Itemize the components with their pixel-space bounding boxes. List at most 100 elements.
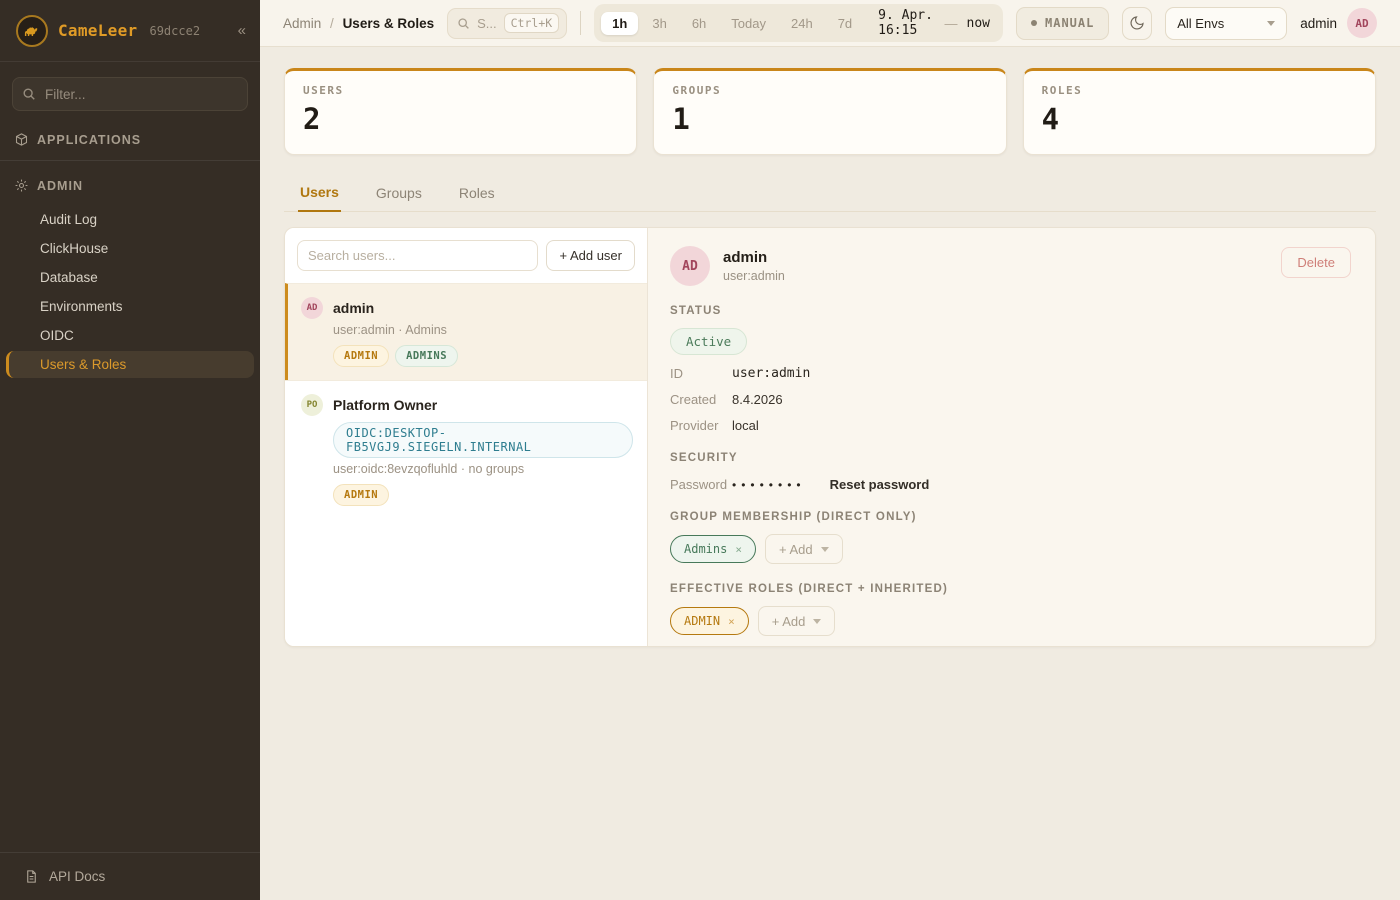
detail-header: AD admin user:admin (670, 246, 1353, 286)
document-icon (24, 869, 39, 884)
topbar-user: admin AD (1300, 8, 1377, 38)
gear-icon (14, 178, 29, 193)
sidebar-item-users-roles[interactable]: Users & Roles (6, 351, 254, 378)
user-badges: ADMIN (333, 484, 633, 506)
sidebar-header: CameLeer 69dcce2 « (0, 0, 260, 62)
add-group-button[interactable]: + Add (765, 534, 843, 564)
field-row-id: ID user:admin (670, 366, 1353, 381)
users-panel: + Add user AD admin user:admin · Admins … (284, 227, 1376, 647)
time-range-group: 1h 3h 6h Today 24h 7d 9. Apr. 16:15 — no… (594, 4, 1003, 42)
search-icon (457, 17, 470, 30)
stats-cards: USERS 2 GROUPS 1 ROLES 4 (284, 68, 1376, 155)
topbar: Admin / Users & Roles S... Ctrl+K 1h 3h … (260, 0, 1400, 47)
moon-icon (1129, 15, 1145, 31)
stat-card-users: USERS 2 (284, 68, 637, 155)
user-avatar[interactable]: AD (1347, 8, 1377, 38)
time-range-today[interactable]: Today (720, 12, 777, 35)
sidebar-item-database[interactable]: Database (6, 264, 254, 291)
avatar: PO (301, 394, 323, 416)
stat-groups-value: 1 (672, 102, 987, 136)
group-membership-chips: Admins × + Add (670, 534, 1353, 564)
time-to-value[interactable]: now (961, 16, 996, 31)
tab-roles[interactable]: Roles (457, 177, 497, 211)
remove-role-icon[interactable]: × (728, 615, 735, 628)
status-section-heading: STATUS (670, 305, 1353, 317)
time-range-7d[interactable]: 7d (827, 12, 863, 35)
role-chip-admin: ADMIN × (670, 607, 749, 635)
user-meta: user:admin · Admins (333, 323, 633, 337)
status-dot-icon (1031, 20, 1037, 26)
role-badge-admin: ADMIN (333, 345, 389, 367)
app-build-hash: 69dcce2 (149, 24, 200, 38)
sidebar-item-environments[interactable]: Environments (6, 293, 254, 320)
sidebar-nav: Audit Log ClickHouse Database Environmen… (0, 202, 260, 382)
detail-user-name: admin (723, 249, 785, 266)
sidebar-filter-input[interactable] (12, 77, 248, 111)
global-search[interactable]: S... Ctrl+K (447, 8, 567, 39)
main-content: USERS 2 GROUPS 1 ROLES 4 Users Groups Ro… (260, 47, 1400, 900)
field-row-provider: Provider local (670, 418, 1353, 433)
password-mask: •••••••• (732, 478, 806, 492)
group-membership-heading: GROUP MEMBERSHIP (DIRECT ONLY) (670, 511, 1353, 523)
user-detail-pane: AD admin user:admin Delete STATUS Active… (648, 228, 1375, 646)
password-row: Password •••••••• Reset password (670, 477, 1353, 492)
add-user-button[interactable]: + Add user (546, 240, 635, 271)
sidebar-filter (12, 77, 248, 111)
field-row-created: Created 8.4.2026 (670, 392, 1353, 407)
time-range-3h[interactable]: 3h (641, 12, 677, 35)
avatar: AD (301, 297, 323, 319)
environment-selected-value: All Envs (1177, 16, 1224, 31)
user-list-pane: + Add user AD admin user:admin · Admins … (285, 228, 648, 646)
breadcrumb-admin[interactable]: Admin (283, 16, 321, 31)
security-section-heading: SECURITY (670, 452, 1353, 464)
delete-user-button[interactable]: Delete (1281, 247, 1351, 278)
app-brand: CameLeer (58, 21, 137, 40)
search-icon (22, 87, 36, 101)
remove-group-icon[interactable]: × (735, 543, 742, 556)
api-docs-link[interactable]: API Docs (0, 852, 260, 900)
sidebar-item-audit-log[interactable]: Audit Log (6, 206, 254, 233)
sidebar-item-clickhouse[interactable]: ClickHouse (6, 235, 254, 262)
user-list-toolbar: + Add user (285, 228, 647, 283)
time-range-24h[interactable]: 24h (780, 12, 824, 35)
stat-card-groups: GROUPS 1 (653, 68, 1006, 155)
detail-user-id: user:admin (723, 269, 785, 283)
chevron-down-icon (1267, 21, 1275, 26)
effective-roles-heading: EFFECTIVE ROLES (DIRECT + INHERITED) (670, 583, 1353, 595)
search-shortcut-kbd: Ctrl+K (504, 13, 560, 33)
user-badges: ADMIN ADMINS (333, 345, 633, 367)
theme-toggle-button[interactable] (1122, 7, 1152, 40)
entity-tabs: Users Groups Roles (284, 177, 1376, 212)
chevron-down-icon (813, 619, 821, 624)
tab-groups[interactable]: Groups (374, 177, 424, 211)
group-badge-admins: ADMINS (395, 345, 458, 367)
refresh-mode-button[interactable]: MANUAL (1016, 7, 1109, 40)
role-badge-admin: ADMIN (333, 484, 389, 506)
stat-card-roles: ROLES 4 (1023, 68, 1376, 155)
time-from-value[interactable]: 9. Apr. 16:15 (866, 8, 941, 38)
user-search-input[interactable] (297, 240, 538, 271)
user-name: Platform Owner (333, 397, 437, 413)
time-range-6h[interactable]: 6h (681, 12, 717, 35)
user-meta: user:oidc:8evzqofluhld · no groups (333, 462, 633, 476)
global-search-placeholder: S... (477, 16, 497, 31)
package-icon (14, 132, 29, 147)
effective-roles-chips: ADMIN × + Add (670, 606, 1353, 636)
tab-users[interactable]: Users (298, 177, 341, 212)
chevron-down-icon (821, 547, 829, 552)
sidebar-divider (0, 160, 260, 161)
environment-select[interactable]: All Envs (1165, 7, 1287, 40)
time-range-1h[interactable]: 1h (601, 12, 638, 35)
stat-users-value: 2 (303, 102, 618, 136)
sidebar-collapse-icon[interactable]: « (238, 22, 246, 39)
breadcrumb: Admin / Users & Roles (283, 16, 434, 31)
topbar-divider (580, 11, 581, 35)
user-list-item-platform-owner[interactable]: PO Platform Owner OIDC:DESKTOP-FB5VGJ9.S… (285, 380, 647, 519)
user-name: admin (333, 300, 374, 316)
group-chip-admins: Admins × (670, 535, 756, 563)
user-list-item-admin[interactable]: AD admin user:admin · Admins ADMIN ADMIN… (285, 283, 647, 380)
reset-password-button[interactable]: Reset password (830, 477, 930, 492)
add-role-button[interactable]: + Add (758, 606, 836, 636)
sidebar-item-oidc[interactable]: OIDC (6, 322, 254, 349)
sidebar-section-admin: ADMIN (0, 165, 260, 202)
